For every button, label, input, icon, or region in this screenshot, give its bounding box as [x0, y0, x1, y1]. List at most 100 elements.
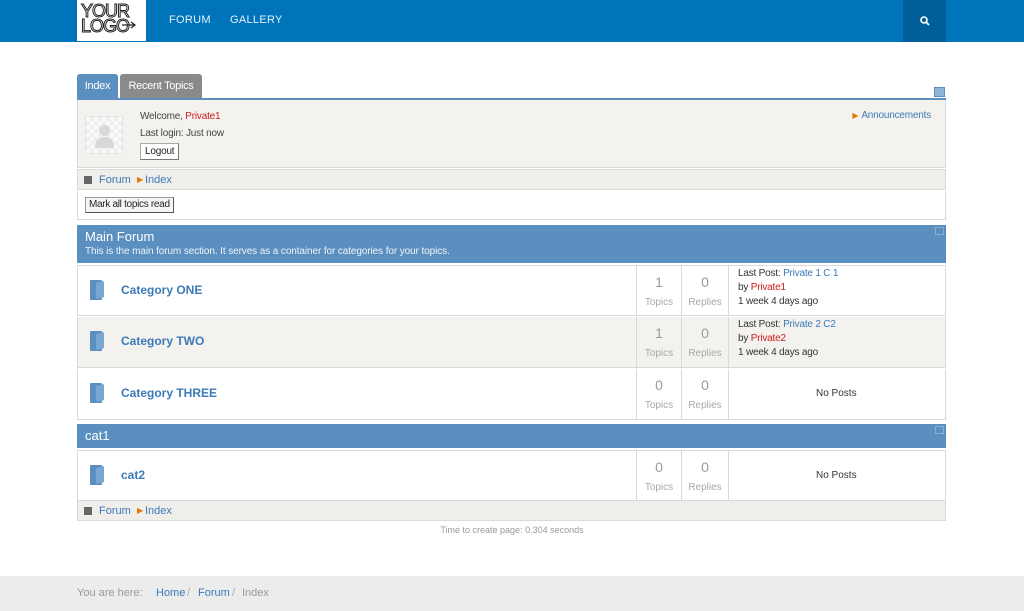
- category-name[interactable]: Category TWO: [121, 334, 204, 348]
- welcome-panel: Welcome, Private1 Last login: Just now L…: [77, 100, 946, 168]
- replies-count: 0: [701, 325, 709, 341]
- welcome-greeting: Welcome,: [140, 111, 183, 122]
- topics-label: Topics: [644, 400, 674, 411]
- you-are-here-label: You are here:: [77, 587, 143, 599]
- avatar: [85, 116, 123, 154]
- breadcrumb-bottom: Forum ▶ Index: [77, 500, 946, 521]
- replies-count: 0: [701, 377, 709, 393]
- section-header-main-forum: Main Forum This is the main forum sectio…: [77, 225, 946, 263]
- collapse-icon[interactable]: [935, 227, 944, 235]
- avatar-body-icon: [95, 137, 114, 148]
- announcements-label: Announcements: [861, 110, 931, 121]
- category-row: Category THREE 0 Topics 0 Replies No Pos…: [77, 369, 946, 420]
- replies-label: Replies: [688, 482, 722, 493]
- topics-count: 1: [655, 274, 663, 290]
- tab-index[interactable]: Index: [77, 74, 118, 99]
- collapse-toggle-icon[interactable]: [934, 87, 945, 97]
- tab-recent-topics[interactable]: Recent Topics: [120, 74, 202, 99]
- category-row: Category TWO 1 Topics 0 Replies Last Pos…: [77, 317, 946, 368]
- no-posts-text: No Posts: [816, 388, 857, 399]
- no-posts-text: No Posts: [816, 470, 857, 481]
- topics-count-cell: 1 Topics: [636, 266, 681, 315]
- last-post-info: Last Post: Private 1 C 1 by Private1 1 w…: [738, 267, 838, 309]
- replies-count-cell: 0 Replies: [681, 451, 728, 500]
- last-post-user-link[interactable]: Private1: [751, 282, 786, 293]
- last-post-topic-link[interactable]: Private 2 C2: [783, 319, 836, 330]
- folder-icon: [90, 331, 104, 351]
- last-login-value: Just now: [185, 128, 224, 139]
- folder-icon: [90, 280, 104, 300]
- footer-separator: /: [187, 587, 191, 599]
- top-navbar: YOUR LOGO FORUM GALLERY: [0, 0, 1024, 42]
- breadcrumb-forum[interactable]: Forum: [99, 174, 131, 186]
- section-description: This is the main forum section. It serve…: [85, 246, 450, 257]
- welcome-text: Welcome, Private1: [140, 111, 221, 122]
- welcome-username[interactable]: Private1: [185, 111, 220, 122]
- breadcrumb-forum[interactable]: Forum: [99, 505, 131, 517]
- category-name[interactable]: Category THREE: [121, 386, 217, 400]
- replies-label: Replies: [688, 297, 722, 308]
- section-header-cat1: cat1: [77, 424, 946, 448]
- topics-label: Topics: [644, 297, 674, 308]
- collapse-icon[interactable]: [935, 426, 944, 434]
- site-logo[interactable]: YOUR LOGO: [77, 0, 146, 41]
- category-row: cat2 0 Topics 0 Replies No Posts: [77, 450, 946, 501]
- breadcrumb-arrow-icon: ▶: [137, 506, 144, 515]
- breadcrumb-index[interactable]: Index: [145, 174, 172, 186]
- footer: You are here: Home / Forum / Index: [0, 576, 1024, 611]
- arrow-bullet-icon: ▶: [852, 111, 859, 120]
- last-post-info: Last Post: Private 2 C2 by Private2 1 we…: [738, 318, 836, 360]
- last-login-label: Last login:: [140, 128, 184, 139]
- last-post-time: 1 week 4 days ago: [738, 347, 818, 358]
- replies-count: 0: [701, 459, 709, 475]
- replies-label: Replies: [688, 400, 722, 411]
- topics-count-cell: 0 Topics: [636, 369, 681, 419]
- breadcrumb-index[interactable]: Index: [145, 505, 172, 517]
- folder-icon: [90, 465, 104, 485]
- breadcrumb-square-icon: [84, 507, 92, 515]
- last-post-time: 1 week 4 days ago: [738, 296, 818, 307]
- topics-label: Topics: [644, 348, 674, 359]
- search-button[interactable]: [903, 0, 946, 42]
- last-post-user-link[interactable]: Private2: [751, 333, 786, 344]
- mark-all-read-button[interactable]: Mark all topics read: [85, 197, 174, 213]
- nav-forum-link[interactable]: FORUM: [169, 14, 211, 26]
- topics-count: 0: [655, 377, 663, 393]
- search-icon: [919, 16, 930, 26]
- last-post-topic-link[interactable]: Private 1 C 1: [783, 268, 838, 279]
- category-name[interactable]: cat2: [121, 468, 145, 482]
- footer-separator: /: [232, 587, 236, 599]
- topics-label: Topics: [644, 482, 674, 493]
- replies-label: Replies: [688, 348, 722, 359]
- mark-read-row: Mark all topics read: [77, 191, 946, 220]
- last-post-label: Last Post:: [738, 268, 781, 279]
- section-title[interactable]: Main Forum: [85, 229, 154, 244]
- folder-icon: [90, 383, 104, 403]
- logout-button[interactable]: Logout: [140, 143, 180, 160]
- section-title[interactable]: cat1: [85, 428, 110, 443]
- replies-count-cell: 0 Replies: [681, 369, 728, 419]
- page-timer: Time to create page: 0.304 seconds: [440, 525, 584, 535]
- footer-crumb-index: Index: [242, 587, 269, 599]
- topics-count: 0: [655, 459, 663, 475]
- category-row: Category ONE 1 Topics 0 Replies Last Pos…: [77, 265, 946, 316]
- topics-count-cell: 0 Topics: [636, 451, 681, 500]
- replies-count-cell: 0 Replies: [681, 317, 728, 367]
- avatar-head-icon: [99, 125, 110, 136]
- last-post-label: Last Post:: [738, 319, 781, 330]
- footer-crumb-home[interactable]: Home: [156, 587, 185, 599]
- breadcrumb-arrow-icon: ▶: [137, 175, 144, 184]
- announcements-link[interactable]: ▶ Announcements: [852, 110, 931, 121]
- by-label: by: [738, 333, 749, 344]
- topics-count: 1: [655, 325, 663, 341]
- breadcrumb: Forum ▶ Index: [77, 169, 946, 190]
- by-label: by: [738, 282, 749, 293]
- footer-crumb-forum[interactable]: Forum: [198, 587, 230, 599]
- topics-count-cell: 1 Topics: [636, 317, 681, 367]
- logo-arrow-icon: [122, 21, 136, 29]
- replies-count: 0: [701, 274, 709, 290]
- last-login-text: Last login: Just now: [140, 128, 224, 139]
- replies-count-cell: 0 Replies: [681, 266, 728, 315]
- nav-gallery-link[interactable]: GALLERY: [230, 14, 283, 26]
- category-name[interactable]: Category ONE: [121, 283, 202, 297]
